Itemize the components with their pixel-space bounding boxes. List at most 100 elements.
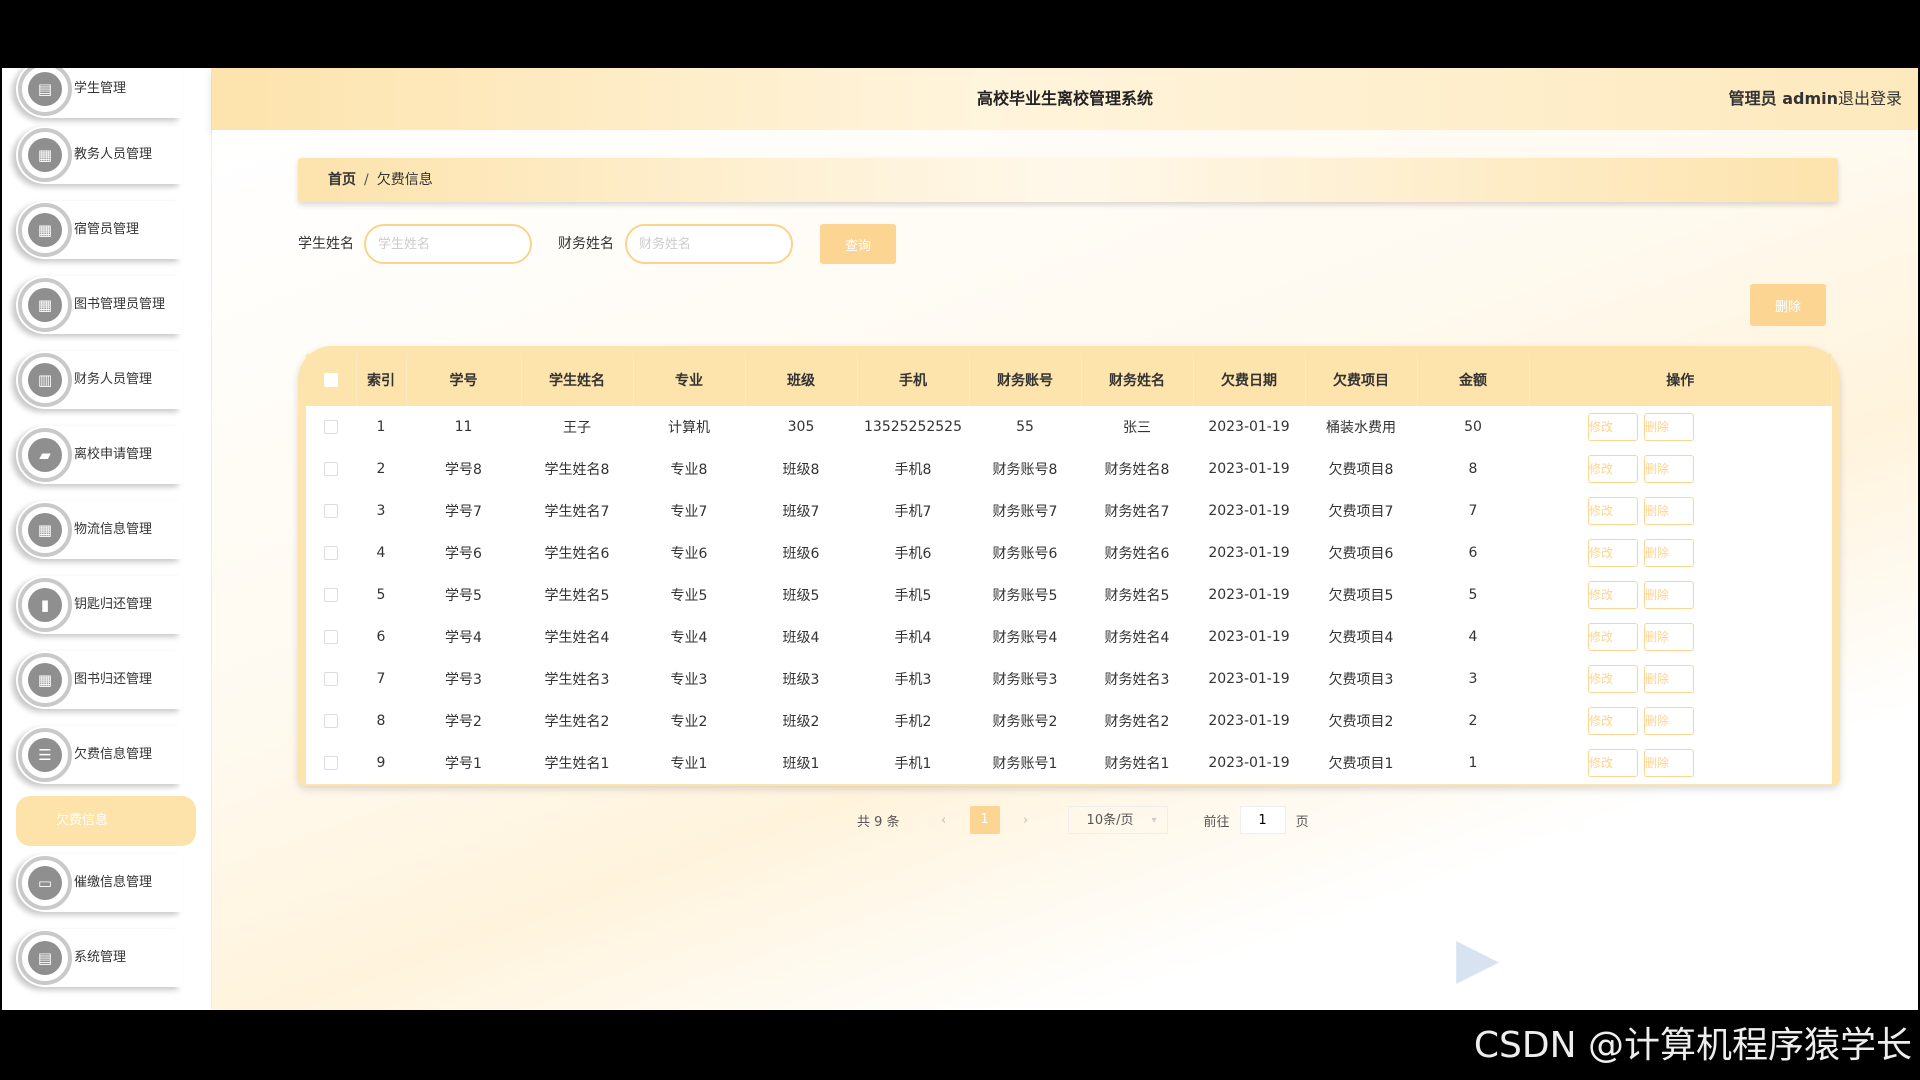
sidebar-item-label: 宿管员管理 bbox=[74, 222, 140, 237]
table-cell: 财务姓名6 bbox=[1104, 546, 1170, 562]
edit-button[interactable]: 修改 bbox=[1588, 455, 1638, 483]
edit-button[interactable]: 修改 bbox=[1588, 749, 1638, 777]
delete-row-button[interactable]: 删除 bbox=[1644, 413, 1694, 441]
row-checkbox[interactable] bbox=[324, 588, 338, 602]
delete-row-button[interactable]: 删除 bbox=[1644, 749, 1694, 777]
delete-row-button[interactable]: 删除 bbox=[1644, 623, 1694, 651]
row-actions-cell: 修改 删除 bbox=[1529, 490, 1832, 532]
pagination: 共 9 条 ‹ 1 › 10条/页 ▾ 前往 页 bbox=[857, 806, 1309, 834]
sidebar-item-label: 教务人员管理 bbox=[74, 147, 153, 162]
batch-delete-button[interactable]: 删除 bbox=[1750, 284, 1826, 326]
table-cell: 6 bbox=[376, 629, 386, 645]
sidebar-item-9[interactable]: ☰ 欠费信息管理 bbox=[16, 726, 182, 784]
sidebar-item-3[interactable]: ▦ 图书管理员管理 bbox=[16, 276, 182, 334]
delete-row-button[interactable]: 删除 bbox=[1644, 497, 1694, 525]
table-cell: 2023-01-19 bbox=[1208, 629, 1290, 645]
sidebar-item-2[interactable]: ▦ 宿管员管理 bbox=[16, 201, 182, 259]
sidebar-item-4[interactable]: ▥ 财务人员管理 bbox=[16, 351, 182, 409]
sidebar-item-7[interactable]: ▮ 钥匙归还管理 bbox=[16, 576, 182, 634]
sidebar-item-6[interactable]: ▦ 物流信息管理 bbox=[16, 501, 182, 559]
table-cell: 张三 bbox=[1123, 420, 1151, 436]
next-page-icon[interactable]: › bbox=[1012, 813, 1040, 828]
table-cell: 7 bbox=[1468, 503, 1478, 519]
row-checkbox[interactable] bbox=[324, 420, 338, 434]
table-row: 5 学号5 学生姓名5 专业5 班级5 手机5 财务账号5 财务姓名5 2023-01-19 欠费… bbox=[306, 574, 1832, 616]
sidebar-item-0[interactable]: ▤ 学生管理 bbox=[16, 68, 182, 118]
table-cell: 欠费项目6 bbox=[1328, 546, 1394, 562]
edit-button[interactable]: 修改 bbox=[1588, 539, 1638, 567]
breadcrumb-separator: / bbox=[364, 172, 369, 188]
sidebar-item-10[interactable]: ▭ 催缴信息管理 bbox=[16, 854, 182, 912]
goto-page-input[interactable] bbox=[1239, 806, 1286, 834]
row-select-cell bbox=[306, 448, 356, 490]
row-checkbox[interactable] bbox=[324, 756, 338, 770]
edit-button[interactable]: 修改 bbox=[1588, 497, 1638, 525]
sidebar-subitem-arrears-info[interactable]: 欠费信息 bbox=[16, 796, 196, 846]
sidebar-item-1[interactable]: ▦ 教务人员管理 bbox=[16, 126, 182, 184]
table-cell: 手机1 bbox=[894, 756, 932, 772]
column-header: 专业 bbox=[633, 354, 746, 406]
table-row: 8 学号2 学生姓名2 专业2 班级2 手机2 财务账号2 财务姓名2 2023-01-19 欠费… bbox=[306, 700, 1832, 742]
edit-button[interactable]: 修改 bbox=[1588, 665, 1638, 693]
table-cell: 3 bbox=[376, 503, 386, 519]
watermark: CSDN @计算机程序猿学长 bbox=[1473, 1025, 1912, 1066]
table-cell: 6 bbox=[1468, 545, 1478, 561]
query-button[interactable]: 查询 bbox=[820, 224, 896, 264]
row-checkbox[interactable] bbox=[324, 672, 338, 686]
delete-row-button[interactable]: 删除 bbox=[1644, 581, 1694, 609]
table-row: 7 学号3 学生姓名3 专业3 班级3 手机3 财务账号3 财务姓名3 2023-01-19 欠费… bbox=[306, 658, 1832, 700]
sidebar-item-8[interactable]: ▦ 图书归还管理 bbox=[16, 651, 182, 709]
logout-link[interactable]: 退出登录 bbox=[1838, 68, 1902, 130]
table-cell: 学号2 bbox=[445, 714, 482, 730]
sidebar-item-label: 离校申请管理 bbox=[74, 447, 153, 462]
delete-row-button[interactable]: 删除 bbox=[1644, 539, 1694, 567]
sidebar-item-label: 财务人员管理 bbox=[74, 372, 153, 387]
page-number-current[interactable]: 1 bbox=[969, 806, 1000, 834]
column-header: 索引 bbox=[356, 354, 407, 406]
row-checkbox[interactable] bbox=[324, 504, 338, 518]
table-cell: 1 bbox=[1468, 755, 1478, 771]
bar-chart-icon: ▮ bbox=[28, 588, 62, 622]
delete-row-button[interactable]: 删除 bbox=[1644, 665, 1694, 693]
table-cell: 手机5 bbox=[894, 588, 932, 604]
table-cell: 学生姓名5 bbox=[544, 588, 610, 604]
table-cell: 班级3 bbox=[782, 672, 820, 688]
row-checkbox[interactable] bbox=[324, 714, 338, 728]
app-window: ▤ 学生管理 ▦ 教务人员管理 ▦ 宿管员管理 ▦ 图书管理员管理 ▥ 财务人员管理 ▰ 离校申请管理… bbox=[2, 68, 1918, 1010]
table-cell: 11 bbox=[454, 419, 473, 435]
delete-row-button[interactable]: 删除 bbox=[1644, 455, 1694, 483]
row-checkbox[interactable] bbox=[324, 462, 338, 476]
table-cell: 班级8 bbox=[782, 462, 820, 478]
edit-button[interactable]: 修改 bbox=[1588, 623, 1638, 651]
document-icon: ▥ bbox=[28, 363, 62, 397]
prev-page-icon[interactable]: ‹ bbox=[930, 813, 958, 828]
table-cell: 学号1 bbox=[445, 756, 482, 772]
sidebar: ▤ 学生管理 ▦ 教务人员管理 ▦ 宿管员管理 ▦ 图书管理员管理 ▥ 财务人员管理 ▰ 离校申请管理… bbox=[2, 68, 212, 1010]
goto-prefix: 前往 bbox=[1203, 814, 1230, 830]
sidebar-icon-ring: ▦ bbox=[18, 503, 72, 557]
finance-name-input[interactable] bbox=[625, 224, 793, 264]
edit-button[interactable]: 修改 bbox=[1588, 413, 1638, 441]
edit-button[interactable]: 修改 bbox=[1588, 707, 1638, 735]
table-cell: 欠费项目2 bbox=[1328, 714, 1394, 730]
grid-icon: ▦ bbox=[28, 213, 62, 247]
table-cell: 班级7 bbox=[782, 504, 820, 520]
delete-row-button[interactable]: 删除 bbox=[1644, 707, 1694, 735]
edit-button[interactable]: 修改 bbox=[1588, 581, 1638, 609]
sidebar-item-5[interactable]: ▰ 离校申请管理 bbox=[16, 426, 182, 484]
select-all-checkbox[interactable] bbox=[323, 373, 338, 387]
table-cell: 专业7 bbox=[670, 504, 708, 520]
row-select-cell bbox=[306, 658, 356, 700]
table-cell: 班级2 bbox=[782, 714, 820, 730]
page-size-select[interactable]: 10条/页 ▾ bbox=[1067, 806, 1168, 834]
student-name-input[interactable] bbox=[364, 224, 532, 264]
sidebar-item-11[interactable]: ▤ 系统管理 bbox=[16, 929, 182, 987]
table-cell: 财务姓名7 bbox=[1104, 504, 1170, 520]
row-checkbox[interactable] bbox=[324, 546, 338, 560]
row-checkbox[interactable] bbox=[324, 630, 338, 644]
grid-icon: ▦ bbox=[28, 288, 62, 322]
table-cell: 专业8 bbox=[670, 462, 708, 478]
table-cell: 5 bbox=[1468, 587, 1478, 603]
breadcrumb-home[interactable]: 首页 bbox=[328, 172, 356, 188]
table-cell: 班级1 bbox=[782, 756, 820, 772]
